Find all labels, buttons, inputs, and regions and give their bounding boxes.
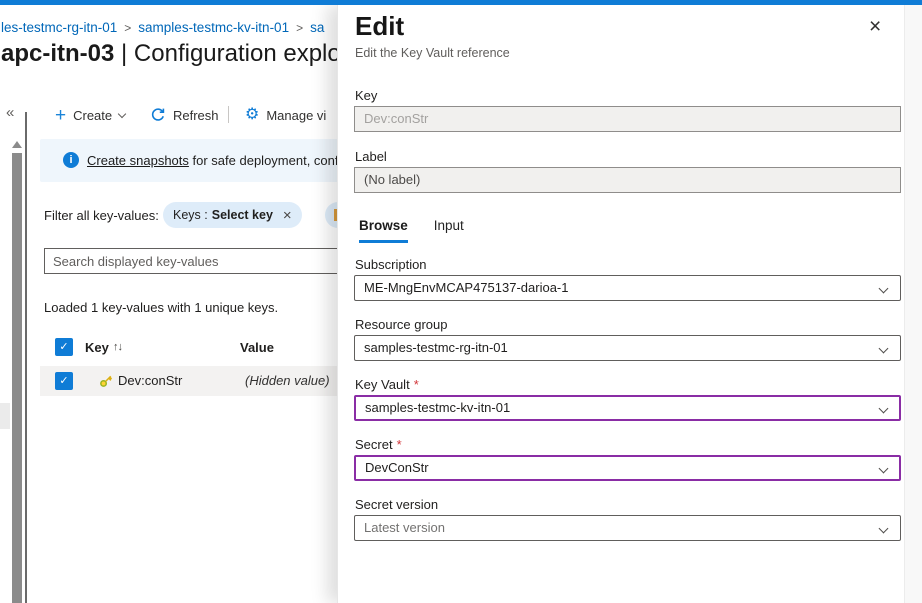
plus-icon: +: [55, 106, 66, 125]
create-snapshots-link[interactable]: Create snapshots: [87, 153, 189, 168]
page-title: apc-itn-03 | Configuration explo: [1, 40, 341, 68]
check-icon: ✓: [59, 341, 68, 353]
loaded-status-text: Loaded 1 key-values with 1 unique keys.: [44, 300, 278, 315]
resource-group-value: samples-testmc-rg-itn-01: [364, 340, 508, 355]
secret-label-text: Secret: [355, 437, 393, 452]
key-vault-label: Key Vault *: [355, 377, 419, 392]
resource-group-dropdown[interactable]: samples-testmc-rg-itn-01: [354, 335, 901, 361]
info-icon: i: [63, 152, 79, 168]
tab-bar: Browse Input: [359, 218, 464, 243]
key-vault-label-text: Key Vault: [355, 377, 410, 392]
check-icon: ✓: [59, 375, 68, 387]
required-asterisk: *: [397, 437, 402, 452]
breadcrumb: les-testmc-rg-itn-01 > samples-testmc-kv-i…: [1, 20, 324, 35]
secret-version-dropdown[interactable]: Latest version: [354, 515, 901, 541]
banner-text: Create snapshots for safe deployment, co…: [87, 153, 356, 168]
breadcrumb-item[interactable]: les-testmc-rg-itn-01: [1, 20, 117, 35]
secret-version-value: Latest version: [364, 520, 445, 535]
required-asterisk: *: [414, 377, 419, 392]
side-panel-edge: [0, 403, 10, 429]
pill-close-icon[interactable]: ×: [283, 207, 292, 224]
key-vault-value: samples-testmc-kv-itn-01: [365, 400, 510, 415]
subscription-label: Subscription: [355, 257, 427, 272]
info-banner: i Create snapshots for safe deployment, …: [40, 139, 350, 182]
refresh-icon: [150, 107, 166, 123]
scrollbar-thumb[interactable]: [12, 153, 22, 603]
manage-view-button[interactable]: ⚙ Manage vi: [245, 103, 326, 127]
chevron-down-icon: [879, 344, 889, 354]
panel-subtitle: Edit the Key Vault reference: [355, 46, 510, 60]
subscription-value: ME-MngEnvMCAP475137-darioa-1: [364, 280, 568, 295]
sort-icon[interactable]: ↑↓: [113, 341, 122, 353]
chevron-down-icon: [118, 109, 126, 117]
label-field: (No label): [354, 167, 901, 193]
keyvault-key-icon: [99, 374, 113, 388]
key-field: Dev:conStr: [354, 106, 901, 132]
create-button-label: Create: [73, 108, 112, 123]
refresh-button[interactable]: Refresh: [150, 103, 219, 127]
banner-message: for safe deployment, configu: [189, 153, 356, 168]
breadcrumb-item[interactable]: sa: [310, 20, 324, 35]
resource-name: apc-itn-03: [1, 40, 114, 67]
panel-scrollbar-track[interactable]: [904, 5, 922, 603]
filter-pill-keys[interactable]: Keys : Select key ×: [163, 202, 302, 228]
subscription-dropdown[interactable]: ME-MngEnvMCAP475137-darioa-1: [354, 275, 901, 301]
column-header-key[interactable]: Key: [85, 340, 109, 355]
row-value-text: (Hidden value): [245, 373, 330, 388]
secret-dropdown[interactable]: DevConStr: [354, 455, 901, 481]
panel-title: Edit: [355, 11, 404, 42]
chevron-down-icon: [879, 284, 889, 294]
create-button[interactable]: + Create: [55, 103, 125, 127]
scrollbar-up-arrow[interactable]: [12, 141, 22, 148]
label-field-label: Label: [355, 149, 387, 164]
column-header-value: Value: [240, 340, 274, 355]
tab-input[interactable]: Input: [434, 218, 464, 243]
row-checkbox[interactable]: ✓: [55, 372, 73, 390]
app-window: les-testmc-rg-itn-01 > samples-testmc-kv-i…: [0, 0, 922, 603]
manage-view-label: Manage vi: [266, 108, 326, 123]
secret-version-label: Secret version: [355, 497, 438, 512]
secret-value: DevConStr: [365, 460, 429, 475]
chevron-down-icon: [879, 524, 889, 534]
content-pane-border: [25, 112, 27, 603]
gear-icon: ⚙: [245, 107, 259, 123]
breadcrumb-item[interactable]: samples-testmc-kv-itn-01: [138, 20, 289, 35]
key-vault-dropdown[interactable]: samples-testmc-kv-itn-01: [354, 395, 901, 421]
pill-prefix: Keys :: [173, 208, 208, 222]
breadcrumb-separator: >: [296, 21, 303, 35]
edit-panel: Edit Edit the Key Vault reference × Key …: [337, 5, 922, 603]
secret-label: Secret *: [355, 437, 402, 452]
row-key-text: Dev:conStr: [118, 373, 182, 388]
pill-value: Select key: [212, 208, 273, 222]
filter-label: Filter all key-values:: [44, 208, 159, 223]
close-icon[interactable]: ×: [869, 16, 881, 37]
tab-browse[interactable]: Browse: [359, 218, 408, 243]
refresh-button-label: Refresh: [173, 108, 219, 123]
breadcrumb-separator: >: [124, 21, 131, 35]
collapse-menu-button[interactable]: «: [6, 104, 14, 121]
toolbar-divider: [228, 106, 229, 123]
key-field-label: Key: [355, 88, 377, 103]
chevron-down-icon: [879, 404, 889, 414]
resource-group-label: Resource group: [355, 317, 448, 332]
top-bar: [0, 0, 922, 5]
chevron-down-icon: [879, 464, 889, 474]
select-all-checkbox[interactable]: ✓: [55, 338, 73, 356]
page-section-name: | Configuration explo: [114, 40, 340, 67]
